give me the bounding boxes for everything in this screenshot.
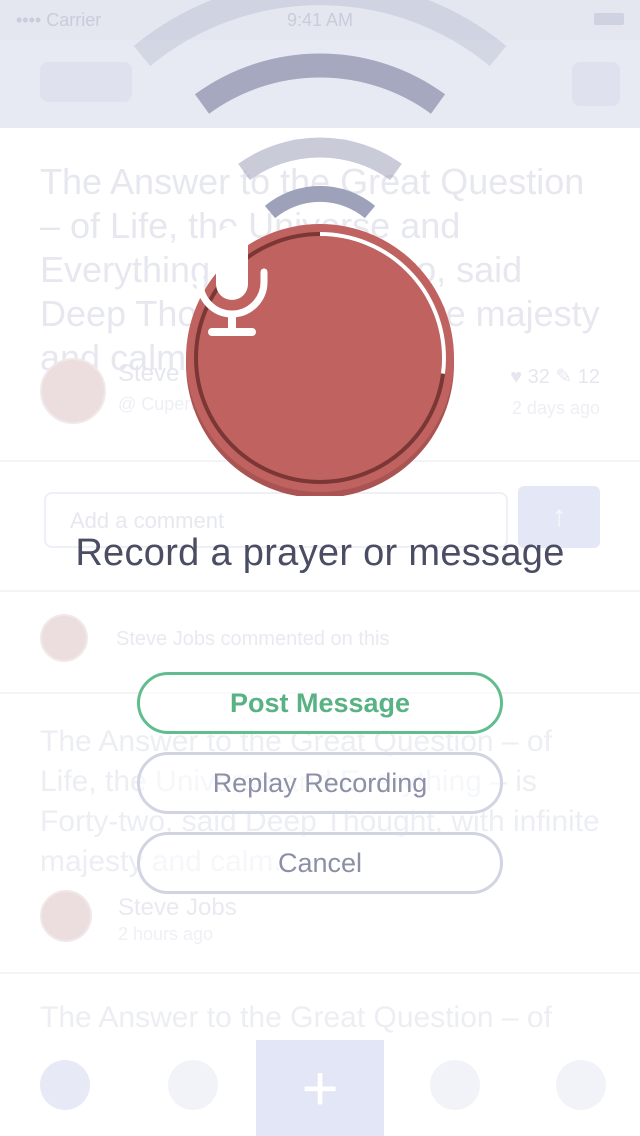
record-button[interactable] (184, 224, 456, 496)
divider (0, 972, 640, 974)
activity-text: Steve Jobs commented on this (116, 628, 390, 650)
post-text: The Answer to the Great Question – of (40, 1001, 552, 1034)
post-message-button[interactable]: Post Message (137, 672, 503, 734)
home-icon (40, 1060, 90, 1110)
post-time: 2 hours ago (118, 924, 214, 944)
post-stats: ♥ 32 ✎ 12 (510, 366, 600, 388)
replay-recording-button[interactable]: Replay Recording (137, 752, 503, 814)
avatar (40, 890, 92, 942)
cancel-button[interactable]: Cancel (137, 832, 503, 894)
profile-icon (556, 1060, 606, 1110)
chat-icon (168, 1060, 218, 1110)
comment-placeholder: Add a comment (70, 508, 225, 533)
tab-bar: + (0, 1040, 640, 1136)
avatar (40, 614, 88, 662)
author-row: Steve Jobs 2 hours ago (40, 890, 440, 944)
record-prompt: Record a prayer or message (75, 532, 565, 574)
sound-waves-icon (133, 0, 507, 219)
author-name: Steve Jobs (118, 894, 237, 921)
bell-icon (430, 1060, 480, 1110)
add-icon: + (256, 1040, 384, 1136)
microphone-icon (196, 226, 268, 336)
post-time: 2 days ago (511, 398, 600, 418)
activity-row: Steve Jobs commented on this (40, 614, 600, 662)
divider (0, 590, 640, 592)
avatar (40, 358, 106, 424)
